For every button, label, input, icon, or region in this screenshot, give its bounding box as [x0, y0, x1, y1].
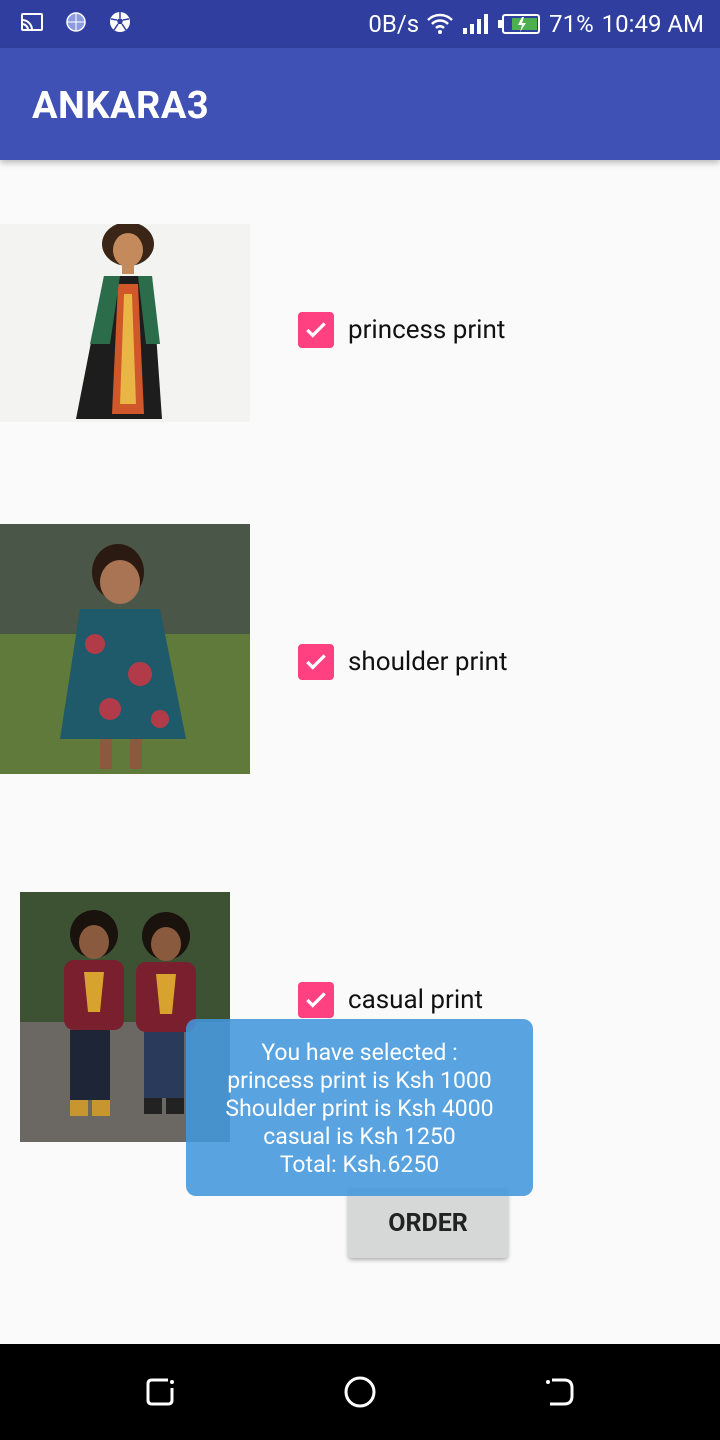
order-summary-toast: You have selected : princess print is Ks… [186, 1019, 533, 1196]
battery-percent: 71% [549, 10, 594, 38]
shoulder-print-label: shoulder print [348, 647, 508, 677]
app-title: ANKARA3 [32, 84, 210, 128]
signal-icon [463, 14, 489, 34]
princess-print-checkbox[interactable]: princess print [298, 312, 505, 348]
soccer-ball-icon [110, 12, 130, 32]
princess-print-label: princess print [348, 315, 506, 345]
checkbox-checked-icon [298, 312, 334, 348]
status-bar: 0B/s 71% 10:49 AM [0, 0, 720, 48]
toast-line-princess: princess print is Ksh 1000 [227, 1067, 492, 1094]
recent-apps-icon[interactable] [142, 1374, 178, 1410]
toast-line-shoulder: Shoulder print is Ksh 4000 [225, 1095, 494, 1122]
toast-line-total: Total: Ksh.6250 [279, 1151, 440, 1178]
battery-icon [498, 14, 541, 34]
home-icon[interactable] [342, 1374, 378, 1410]
status-right: 0B/s 71% 10:49 AM [368, 8, 704, 40]
wifi-icon [427, 13, 453, 34]
checkbox-checked-icon [298, 982, 334, 1018]
status-left-icons [20, 10, 132, 34]
back-icon[interactable] [542, 1374, 578, 1410]
toast-line-casual: casual is Ksh 1250 [263, 1123, 456, 1150]
princess-print-image [0, 224, 250, 422]
toast-line-header: You have selected : [261, 1039, 458, 1066]
clock: 10:49 AM [601, 10, 704, 38]
shoulder-print-image [0, 524, 250, 774]
casual-print-checkbox[interactable]: casual print [298, 982, 483, 1018]
globe-icon [66, 12, 86, 32]
casual-print-label: casual print [348, 985, 484, 1015]
app-bar: ANKARA3 [0, 48, 720, 160]
network-speed: 0B/s [368, 10, 420, 38]
shoulder-print-checkbox[interactable]: shoulder print [298, 644, 508, 680]
navigation-bar [0, 1344, 720, 1440]
checkbox-checked-icon [298, 644, 334, 680]
order-button[interactable]: ORDER [348, 1188, 508, 1258]
cast-icon [21, 13, 43, 31]
